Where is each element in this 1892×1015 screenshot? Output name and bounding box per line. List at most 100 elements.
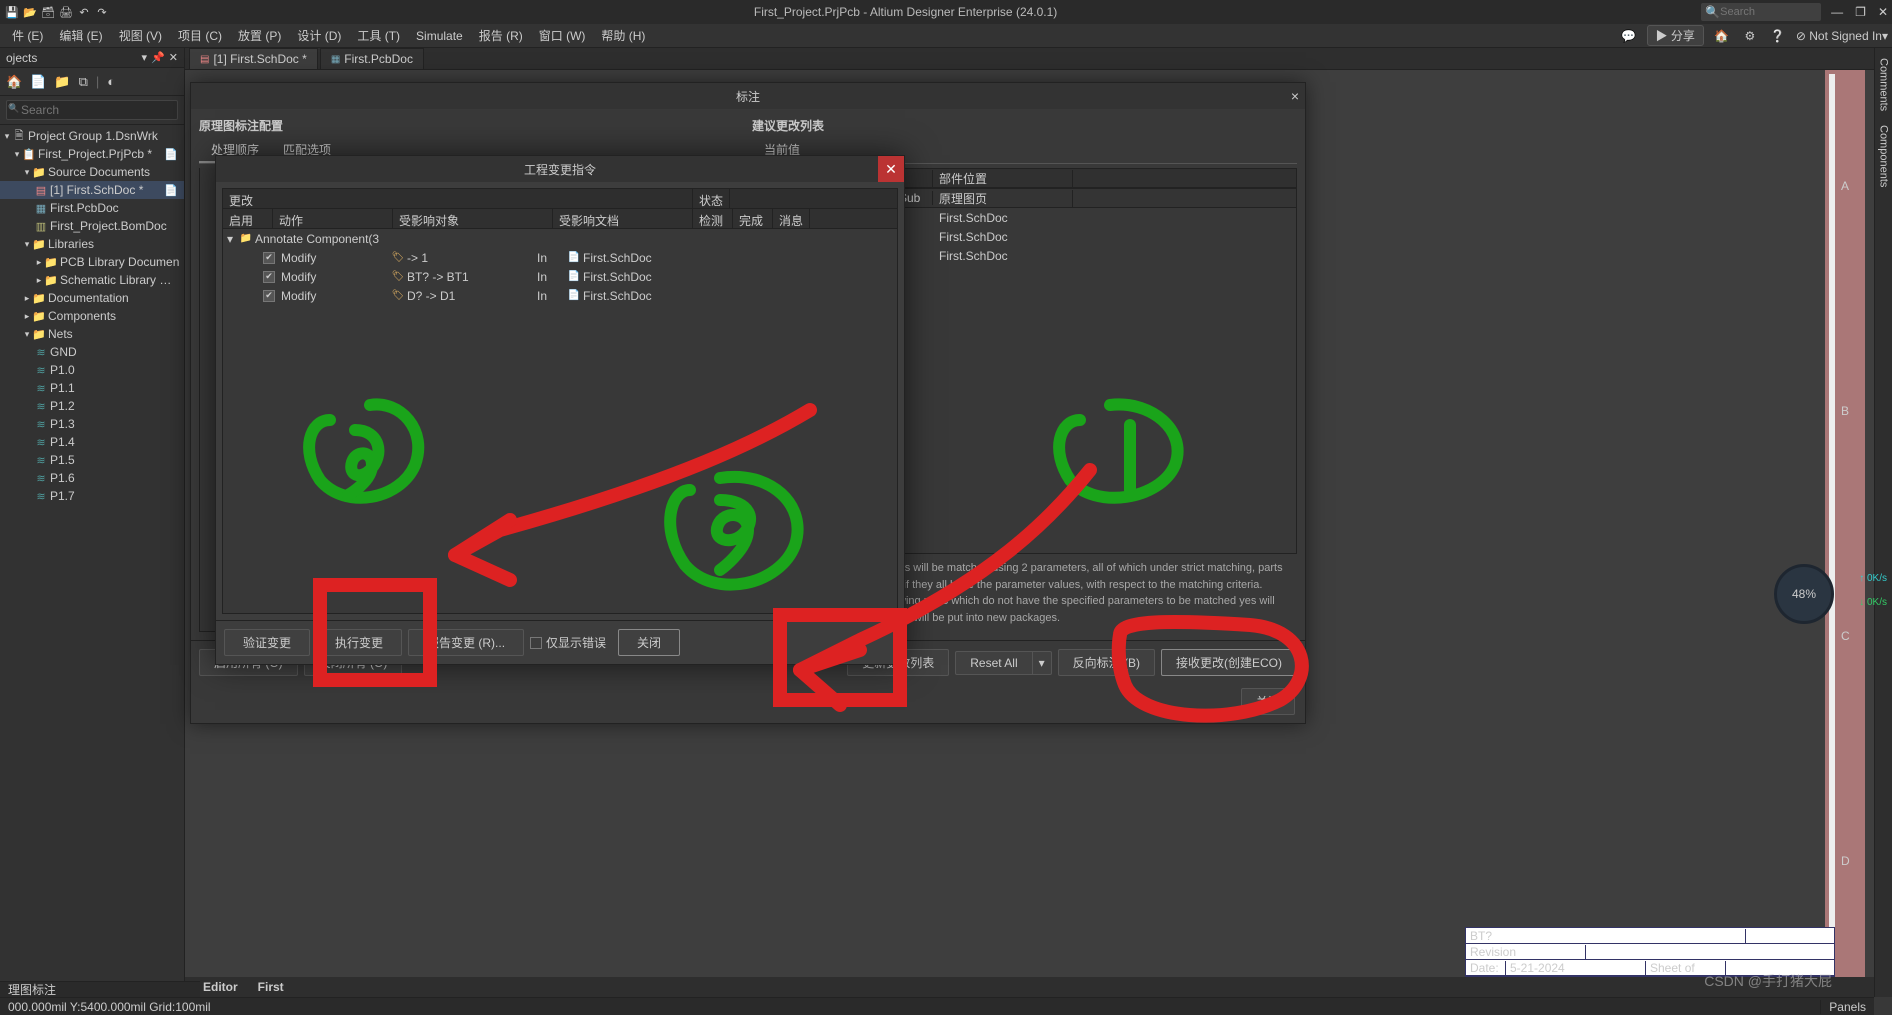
bomdoc-node[interactable]: First_Project.BomDoc xyxy=(50,219,180,233)
maximize-button[interactable]: ❐ xyxy=(1855,5,1866,19)
net-node[interactable]: P1.3 xyxy=(50,417,180,431)
doc-icon: 📄 xyxy=(567,252,581,263)
checkbox[interactable]: ✔ xyxy=(263,252,275,264)
libraries-folder[interactable]: Libraries xyxy=(48,237,180,251)
print-icon[interactable]: 🖨 xyxy=(58,4,74,20)
signin-dropdown[interactable]: ⊘ Not Signed In▾ xyxy=(1796,29,1888,43)
eco-group-row[interactable]: ▾📁Annotate Component(3 xyxy=(223,229,897,248)
menu-tools[interactable]: 工具 (T) xyxy=(349,27,408,44)
menu-help[interactable]: 帮助 (H) xyxy=(593,27,653,44)
vtab-components[interactable]: Components xyxy=(1877,119,1891,193)
global-search[interactable]: 🔍 xyxy=(1701,3,1821,21)
net-node[interactable]: P1.2 xyxy=(50,399,180,413)
projects-search-input[interactable] xyxy=(6,100,178,120)
home-icon[interactable]: 🏠 xyxy=(1712,26,1732,46)
report-button[interactable]: 报告变更 (R)... xyxy=(408,629,524,656)
nets-folder[interactable]: Nets xyxy=(48,327,180,341)
pcbdoc-icon: ▦ xyxy=(331,54,340,65)
eco-row[interactable]: ✔Modify🏷D? -> D1In📄First.SchDoc xyxy=(223,286,897,305)
dialog-close-icon[interactable]: × xyxy=(1291,88,1299,104)
menu-edit[interactable]: 编辑 (E) xyxy=(51,27,110,44)
tab-pcbdoc[interactable]: ▦First.PcbDoc xyxy=(320,48,424,69)
net-node[interactable]: P1.1 xyxy=(50,381,180,395)
menu-project[interactable]: 项目 (C) xyxy=(170,27,230,44)
schlib-folder[interactable]: Schematic Library Doc xyxy=(60,273,180,287)
float-widget[interactable]: 48% ↑ 0K/s ↓ 0K/s xyxy=(1774,564,1834,624)
panel-menu-icon[interactable]: ▾ xyxy=(142,51,148,64)
eco-row[interactable]: ✔Modify🏷BT? -> BT1In📄First.SchDoc xyxy=(223,267,897,286)
menu-bar: 件 (E) 编辑 (E) 视图 (V) 项目 (C) 放置 (P) 设计 (D)… xyxy=(0,24,1892,48)
net-node[interactable]: P1.5 xyxy=(50,453,180,467)
menu-report[interactable]: 报告 (R) xyxy=(471,27,531,44)
right-panel-strip: Comments Components xyxy=(1874,48,1892,997)
quick-access-toolbar: 💾 📂 🗃 🖨 ↶ ↷ xyxy=(4,4,110,20)
reset-dropdown[interactable]: ▾ xyxy=(1033,651,1052,675)
menu-design[interactable]: 设计 (D) xyxy=(289,27,349,44)
save-all-icon[interactable]: 🗃 xyxy=(40,4,56,20)
home-small-icon[interactable]: 🏠 xyxy=(6,74,22,90)
execute-button[interactable]: 执行变更 xyxy=(316,629,402,656)
redo-icon[interactable]: ↷ xyxy=(94,4,110,20)
projects-tree[interactable]: ▾🗎Project Group 1.DsnWrk ▾📋First_Project… xyxy=(0,125,184,997)
doc-icon: 📄 xyxy=(567,271,581,282)
task-status: 理图标注 xyxy=(0,981,200,997)
only-errors-checkbox[interactable] xyxy=(530,637,542,649)
part-icon: 🏷 xyxy=(391,252,405,263)
net-node[interactable]: P1.7 xyxy=(50,489,180,503)
eco-close-icon[interactable]: ✕ xyxy=(878,156,904,182)
pcbdoc-node[interactable]: First.PcbDoc xyxy=(50,201,180,215)
share-button[interactable]: ▶ 分享 xyxy=(1647,25,1704,46)
menu-view[interactable]: 视图 (V) xyxy=(111,27,170,44)
net-node[interactable]: P1.0 xyxy=(50,363,180,377)
status-bar: 000.000mil Y:5400.000mil Grid:100mil Pan… xyxy=(0,997,1874,1015)
open-icon[interactable]: 📂 xyxy=(22,4,38,20)
download-speed: ↓ 0K/s xyxy=(1859,597,1887,608)
schdoc-node[interactable]: [1] First.SchDoc * xyxy=(50,183,164,197)
comment-icon[interactable]: 💬 xyxy=(1619,26,1639,46)
help-icon[interactable]: ❔ xyxy=(1768,26,1788,46)
pin-icon[interactable]: 📌 xyxy=(151,51,165,64)
sync-icon[interactable]: ◐ xyxy=(107,74,115,89)
workspace-node[interactable]: Project Group 1.DsnWrk xyxy=(28,129,180,143)
accept-eco-button[interactable]: 接收更改(创建ECO) xyxy=(1161,649,1297,676)
menu-window[interactable]: 窗口 (W) xyxy=(531,27,594,44)
bottom-tab-editor[interactable]: Editor xyxy=(193,980,248,994)
reset-all-button[interactable]: Reset All xyxy=(955,651,1032,675)
net-node[interactable]: P1.4 xyxy=(50,435,180,449)
documentation-folder[interactable]: Documentation xyxy=(48,291,180,305)
menu-simulate[interactable]: Simulate xyxy=(408,29,471,43)
refresh-icon[interactable]: 📄 xyxy=(30,74,46,90)
bt-label: BT? xyxy=(1466,929,1746,943)
menu-place[interactable]: 放置 (P) xyxy=(230,27,289,44)
panel-close-icon[interactable]: ✕ xyxy=(169,51,178,64)
add-folder-icon[interactable]: 📁 xyxy=(54,74,70,90)
menu-file[interactable]: 件 (E) xyxy=(4,27,51,44)
checkbox[interactable]: ✔ xyxy=(263,290,275,302)
checkbox[interactable]: ✔ xyxy=(263,271,275,283)
save-icon[interactable]: 💾 xyxy=(4,4,20,20)
net-node[interactable]: GND xyxy=(50,345,180,359)
schdoc-icon: ▤ xyxy=(200,54,209,65)
bottom-tab-first[interactable]: First xyxy=(248,980,294,994)
compile-icon[interactable]: ⧉ xyxy=(79,74,88,90)
annotate-config-title: 原理图标注配置 xyxy=(199,117,744,134)
eco-title: 工程变更指令 xyxy=(524,161,596,178)
tab-schdoc[interactable]: ▤[1] First.SchDoc * xyxy=(189,48,318,69)
minimize-button[interactable]: — xyxy=(1831,5,1843,19)
pcblib-folder[interactable]: PCB Library Documen xyxy=(60,255,180,269)
validate-button[interactable]: 验证变更 xyxy=(224,629,310,656)
eco-row[interactable]: ✔Modify🏷-> 1In📄First.SchDoc xyxy=(223,248,897,267)
close-button[interactable]: ✕ xyxy=(1878,5,1888,19)
vtab-comments[interactable]: Comments xyxy=(1877,52,1891,117)
project-node[interactable]: First_Project.PrjPcb * xyxy=(38,147,164,161)
components-folder[interactable]: Components xyxy=(48,309,180,323)
global-search-input[interactable] xyxy=(1720,6,1810,18)
source-docs-folder[interactable]: Source Documents xyxy=(48,165,180,179)
net-node[interactable]: P1.6 xyxy=(50,471,180,485)
reverse-annotate-button[interactable]: 反向标注 (B) xyxy=(1058,649,1155,676)
eco-close-button[interactable]: 关闭 xyxy=(618,629,680,656)
annotate-close-button[interactable]: 关闭 xyxy=(1241,688,1295,715)
panels-button[interactable]: Panels xyxy=(1820,1000,1874,1014)
gear-icon[interactable]: ⚙ xyxy=(1740,26,1760,46)
undo-icon[interactable]: ↶ xyxy=(76,4,92,20)
